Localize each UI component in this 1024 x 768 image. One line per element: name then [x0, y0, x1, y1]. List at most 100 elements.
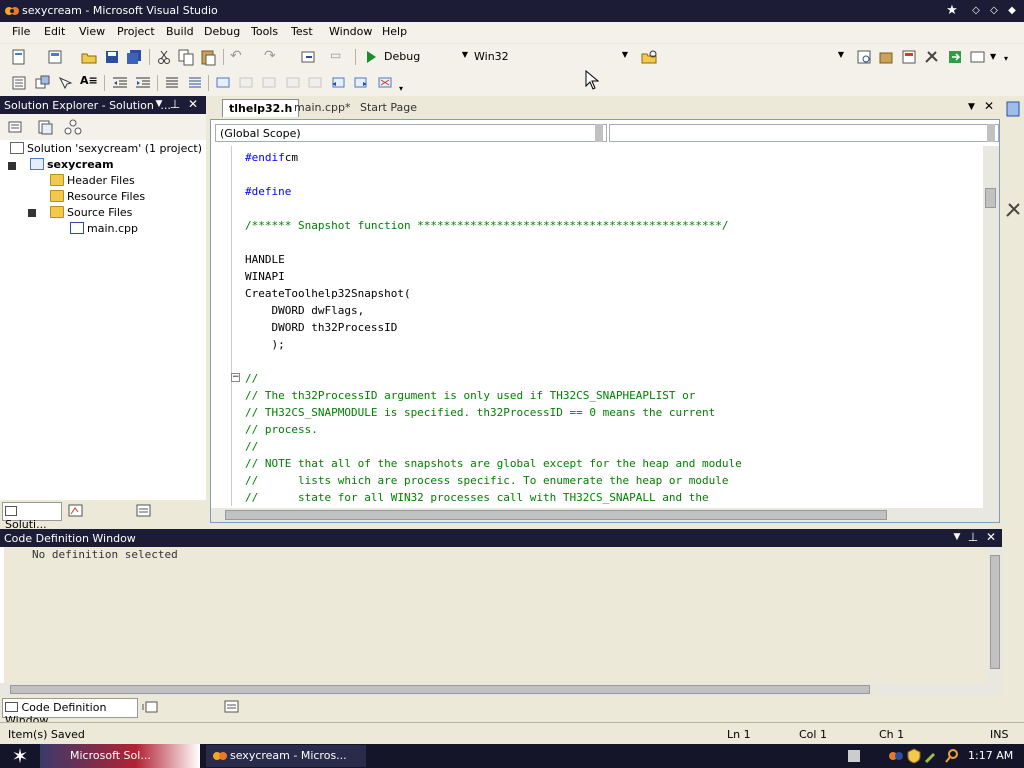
taskbar-item-visual-studio[interactable]: sexycream - Micros...	[206, 745, 366, 767]
parameter-info-icon[interactable]	[33, 74, 51, 92]
properties-icon[interactable]	[6, 118, 24, 136]
paste-icon[interactable]	[199, 48, 217, 66]
code-text[interactable]: #endifcm #define /****** Snapshot functi…	[245, 149, 985, 506]
minimize-icon[interactable]: ◇	[968, 3, 984, 19]
start-debugging-icon[interactable]	[362, 48, 380, 66]
network-tray-icon[interactable]	[888, 748, 904, 764]
window-layout-icon[interactable]	[969, 48, 987, 66]
code-line[interactable]: );	[245, 336, 985, 353]
solution-explorer-icon[interactable]	[855, 48, 873, 66]
call-browser-tab-icon[interactable]	[142, 700, 158, 714]
code-line[interactable]: // NOTE that all of the snapshots are gl…	[245, 455, 985, 472]
code-line[interactable]: /****** Snapshot function **************…	[245, 217, 985, 234]
members-dropdown[interactable]	[609, 124, 999, 142]
previous-bookmark-in-document-icon[interactable]	[329, 74, 347, 92]
code-line[interactable]	[245, 166, 985, 183]
close-icon[interactable]: ✕	[984, 530, 998, 544]
property-manager-tab-icon[interactable]	[136, 504, 152, 518]
previous-bookmark-folder-icon[interactable]	[284, 74, 302, 92]
scrollbar-thumb[interactable]	[10, 685, 870, 694]
code-line[interactable]: // The th32ProcessID argument is only us…	[245, 387, 985, 404]
close-icon[interactable]: ✕	[984, 99, 994, 113]
server-explorer-icon[interactable]	[1005, 100, 1021, 118]
tab-code-definition-window[interactable]: Code Definition Window	[2, 698, 138, 727]
previous-bookmark-icon[interactable]	[237, 74, 255, 92]
undo-icon[interactable]: ↶	[230, 48, 248, 66]
tree-item-source-files[interactable]: Source Files	[50, 205, 132, 221]
code-line[interactable]: // state for all WIN32 processes call wi…	[245, 489, 985, 506]
next-bookmark-folder-icon[interactable]	[306, 74, 324, 92]
code-line[interactable]: CreateToolhelp32Snapshot(	[245, 285, 985, 302]
menu-file[interactable]: File	[12, 25, 30, 38]
class-view-icon[interactable]	[64, 118, 82, 136]
toolbox-icon[interactable]	[1005, 200, 1021, 218]
menu-help[interactable]: Help	[382, 25, 407, 38]
menu-edit[interactable]: Edit	[44, 25, 65, 38]
tree-item-header-files[interactable]: Header Files	[50, 173, 135, 189]
clear-bookmarks-icon[interactable]	[376, 74, 394, 92]
increase-indent-icon[interactable]	[134, 74, 152, 92]
restore-icon[interactable]: ◇	[986, 3, 1002, 19]
solution-platform-dropdown[interactable]: Win32 ▼	[470, 49, 630, 65]
start-page-icon[interactable]	[946, 48, 964, 66]
save-icon[interactable]	[103, 48, 121, 66]
complete-word-icon[interactable]: A≡	[80, 74, 98, 92]
code-line[interactable]: //	[245, 438, 985, 455]
menu-debug[interactable]: Debug	[204, 25, 240, 38]
copy-icon[interactable]	[177, 48, 195, 66]
chevron-down-icon[interactable]: ▼	[990, 52, 996, 61]
search-icon[interactable]	[944, 748, 960, 764]
tree-item-main-cpp[interactable]: main.cpp	[70, 221, 138, 237]
chevron-down-icon[interactable]: ▼	[950, 532, 964, 542]
shield-icon[interactable]	[906, 748, 922, 764]
uncomment-icon[interactable]	[186, 74, 204, 92]
menu-project[interactable]: Project	[117, 25, 155, 38]
menu-tools[interactable]: Tools	[251, 25, 278, 38]
tree-item-solution[interactable]: Solution 'sexycream' (1 project)	[10, 141, 202, 157]
code-line[interactable]	[245, 234, 985, 251]
tab-main-cpp[interactable]: main.cpp*	[288, 99, 357, 117]
toggle-bookmark-icon[interactable]	[214, 74, 232, 92]
auto-hide-pin-icon[interactable]: ⊥	[966, 530, 980, 544]
collapse-region-icon[interactable]: −	[231, 373, 240, 382]
code-line[interactable]	[245, 353, 985, 370]
chevron-down-icon[interactable]: ▼	[968, 102, 975, 112]
output-tab-icon[interactable]	[224, 700, 240, 714]
taskbar-item-solution[interactable]: Microsoft Sol...	[40, 744, 200, 768]
vertical-scrollbar[interactable]	[983, 146, 999, 508]
code-line[interactable]: #endifcm	[245, 149, 985, 166]
auto-hide-pin-icon[interactable]: ⊥	[168, 97, 182, 111]
scrollbar-thumb[interactable]	[985, 188, 996, 208]
redo-icon[interactable]: ↷	[264, 48, 282, 66]
keyboard-tray-icon[interactable]	[848, 750, 860, 762]
scope-dropdown[interactable]: (Global Scope)	[215, 124, 607, 142]
menu-view[interactable]: View	[79, 25, 105, 38]
code-line[interactable]: DWORD dwFlags,	[245, 302, 985, 319]
menu-window[interactable]: Window	[329, 25, 372, 38]
show-all-files-icon[interactable]	[36, 118, 54, 136]
collapse-icon[interactable]	[28, 209, 36, 217]
object-members-icon[interactable]	[10, 74, 28, 92]
tree-item-project[interactable]: sexycream	[30, 157, 114, 173]
code-line[interactable]: // TH32CS_SNAPMODULE is specified. th32P…	[245, 404, 985, 421]
tab-start-page[interactable]: Start Page	[354, 99, 423, 117]
properties-icon[interactable]	[877, 48, 895, 66]
decrease-indent-icon[interactable]	[111, 74, 129, 92]
menu-build[interactable]: Build	[166, 25, 194, 38]
scrollbar-thumb[interactable]	[990, 555, 1000, 669]
quick-info-icon[interactable]	[56, 74, 74, 92]
add-item-icon[interactable]	[46, 48, 64, 66]
open-file-icon[interactable]	[80, 48, 98, 66]
scope-splitter[interactable]	[595, 124, 603, 142]
solution-configuration-dropdown[interactable]: Debug ▼	[380, 49, 470, 65]
next-bookmark-icon[interactable]	[260, 74, 278, 92]
code-line[interactable]	[245, 200, 985, 217]
next-bookmark-in-document-icon[interactable]	[352, 74, 370, 92]
code-line[interactable]: DWORD th32ProcessID	[245, 319, 985, 336]
code-line[interactable]: // lists which are process specific. To …	[245, 472, 985, 489]
toolbar-options-icon[interactable]: ▾	[399, 84, 403, 93]
close-icon[interactable]: ✕	[186, 97, 200, 111]
code-line[interactable]: //	[245, 370, 985, 387]
find-in-files-icon[interactable]	[640, 48, 658, 66]
horizontal-scrollbar[interactable]	[211, 508, 999, 522]
